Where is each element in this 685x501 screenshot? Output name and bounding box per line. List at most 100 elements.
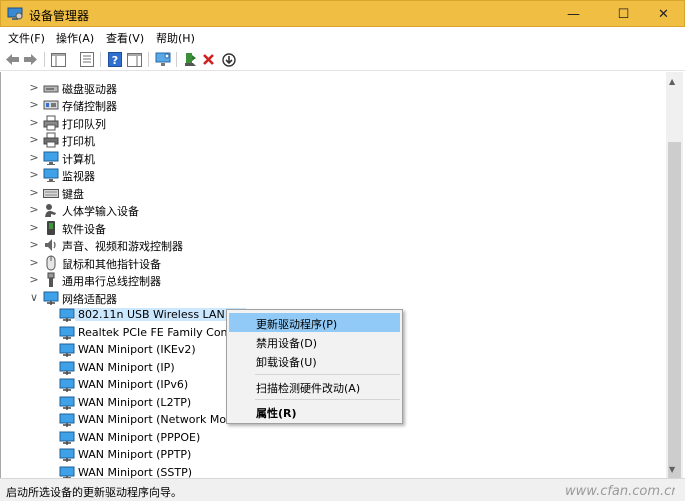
forward-button[interactable] bbox=[22, 51, 39, 68]
red-x-icon bbox=[203, 54, 214, 65]
status-text: 启动所选设备的更新驱动程序向导。 bbox=[6, 486, 182, 499]
scroll-down-icon[interactable]: ▼ bbox=[669, 465, 675, 474]
tree-node-printers[interactable]: > 打印机 bbox=[1, 131, 661, 149]
monitor-icon bbox=[43, 168, 59, 182]
menu-item-uninstall-device[interactable]: 卸载设备(U) bbox=[229, 351, 400, 370]
menu-separator bbox=[255, 399, 400, 400]
storage-controller-icon bbox=[43, 100, 59, 110]
tree-node-keyboards[interactable]: > 键盘 bbox=[1, 184, 661, 202]
tree-node-label: 通用串行总线控制器 bbox=[62, 275, 161, 288]
menu-action[interactable]: 操作(A) bbox=[56, 30, 94, 46]
speaker-icon bbox=[45, 239, 56, 251]
maximize-button[interactable]: ☐ bbox=[601, 1, 646, 28]
minimize-button[interactable]: — bbox=[551, 1, 596, 28]
menu-help[interactable]: 帮助(H) bbox=[156, 30, 195, 46]
expand-chevron-icon[interactable]: > bbox=[29, 151, 39, 165]
keyboard-icon bbox=[43, 189, 59, 198]
network-adapter-icon bbox=[59, 361, 75, 375]
scan-hardware-button[interactable] bbox=[154, 51, 171, 68]
device-manager-icon bbox=[7, 7, 23, 20]
expand-chevron-icon[interactable]: > bbox=[29, 256, 39, 270]
menu-item-label: 扫描检测硬件改动(A) bbox=[256, 382, 361, 395]
close-icon: ✕ bbox=[658, 7, 669, 22]
network-adapter-icon bbox=[59, 413, 75, 427]
expand-chevron-icon[interactable]: > bbox=[29, 186, 39, 200]
tree-node-label: 网络适配器 bbox=[62, 293, 117, 306]
tree-node-human-interface-devices[interactable]: > 人体学输入设备 bbox=[1, 201, 661, 219]
network-adapter-icon bbox=[59, 326, 75, 340]
expand-chevron-icon[interactable]: > bbox=[29, 81, 39, 95]
expand-chevron-icon[interactable]: > bbox=[29, 273, 39, 287]
help-toolbar-button[interactable]: ? bbox=[106, 51, 123, 68]
expand-chevron-icon[interactable]: > bbox=[29, 133, 39, 147]
network-adapter-icon bbox=[59, 308, 75, 322]
menu-separator bbox=[255, 374, 400, 375]
tree-node-storage-controllers[interactable]: > 存储控制器 bbox=[1, 96, 661, 114]
adapter-item-wan-pptp[interactable]: WAN Miniport (PPTP) bbox=[1, 446, 661, 464]
show-hide-console-tree-button[interactable] bbox=[50, 51, 67, 68]
menu-item-scan-hardware-changes[interactable]: 扫描检测硬件改动(A) bbox=[229, 377, 400, 396]
menu-item-disable-device[interactable]: 禁用设备(D) bbox=[229, 332, 400, 351]
adapter-label: WAN Miniport (IKEv2) bbox=[78, 343, 196, 356]
close-button[interactable]: ✕ bbox=[641, 1, 685, 28]
tree-node-sound-video-game-controllers[interactable]: > 声音、视频和游戏控制器 bbox=[1, 236, 661, 254]
svg-text:?: ? bbox=[111, 54, 117, 67]
tree-node-network-adapters[interactable]: ∨ 网络适配器 bbox=[1, 289, 661, 307]
tree-node-mice[interactable]: > 鼠标和其他指针设备 bbox=[1, 254, 661, 272]
adapter-label: WAN Miniport (PPPOE) bbox=[78, 431, 201, 444]
action-pane-button[interactable] bbox=[126, 51, 143, 68]
tree-node-label: 声音、视频和游戏控制器 bbox=[62, 240, 183, 253]
tree-node-disk-drives[interactable]: > 磁盘驱动器 bbox=[1, 79, 661, 97]
properties-sheet-icon bbox=[79, 52, 94, 67]
menu-item-label: 卸载设备(U) bbox=[256, 356, 317, 369]
network-adapter-icon bbox=[59, 343, 75, 357]
back-button[interactable] bbox=[4, 51, 21, 68]
tree-node-label: 计算机 bbox=[62, 153, 95, 166]
menu-item-label: 属性(R) bbox=[256, 407, 297, 420]
expand-chevron-icon[interactable]: > bbox=[29, 203, 39, 217]
menu-bar: 文件(F) 操作(A) 查看(V) 帮助(H) bbox=[0, 27, 685, 48]
tree-node-print-queues[interactable]: > 打印队列 bbox=[1, 114, 661, 132]
context-menu: 更新驱动程序(P) 禁用设备(D) 卸载设备(U) 扫描检测硬件改动(A) 属性… bbox=[226, 309, 403, 424]
adapter-item-wan-pppoe[interactable]: WAN Miniport (PPPOE) bbox=[1, 429, 661, 447]
network-adapter-icon bbox=[59, 448, 75, 462]
help-icon: ? bbox=[107, 52, 122, 67]
expand-chevron-icon[interactable]: > bbox=[29, 116, 39, 130]
network-adapter-icon bbox=[43, 291, 59, 305]
properties-toolbar-button[interactable] bbox=[78, 51, 95, 68]
svg-text:www.cfan.com.cn: www.cfan.com.cn bbox=[565, 484, 675, 499]
adapter-label: Realtek PCIe FE Family Contro bbox=[78, 326, 243, 339]
expand-chevron-icon[interactable]: > bbox=[29, 238, 39, 252]
disable-device-button[interactable] bbox=[220, 51, 237, 68]
network-adapter-icon bbox=[59, 466, 75, 478]
tree-node-computer[interactable]: > 计算机 bbox=[1, 149, 661, 167]
network-adapter-icon bbox=[59, 396, 75, 410]
computer-icon bbox=[43, 151, 59, 165]
tree-node-software-devices[interactable]: > 软件设备 bbox=[1, 219, 661, 237]
menu-item-update-driver[interactable]: 更新驱动程序(P) bbox=[229, 313, 400, 332]
adapter-item-wan-sstp[interactable]: WAN Miniport (SSTP) bbox=[1, 464, 661, 478]
menu-item-properties[interactable]: 属性(R) bbox=[229, 402, 400, 421]
tree-node-usb-controllers[interactable]: > 通用串行总线控制器 bbox=[1, 271, 661, 289]
toolbar-separator bbox=[100, 52, 101, 67]
collapse-chevron-icon[interactable]: ∨ bbox=[29, 291, 39, 305]
mouse-icon bbox=[46, 255, 56, 271]
usb-icon bbox=[47, 272, 55, 287]
toolbar-separator bbox=[148, 52, 149, 67]
tree-node-label: 打印机 bbox=[62, 135, 95, 148]
scroll-up-icon[interactable]: ▲ bbox=[669, 77, 675, 86]
adapter-label: WAN Miniport (SSTP) bbox=[78, 466, 193, 478]
expand-chevron-icon[interactable]: > bbox=[29, 221, 39, 235]
tree-node-label: 键盘 bbox=[62, 188, 84, 201]
tree-node-monitors[interactable]: > 监视器 bbox=[1, 166, 661, 184]
menu-view[interactable]: 查看(V) bbox=[106, 30, 144, 46]
printer-icon bbox=[43, 132, 59, 148]
expand-chevron-icon[interactable]: > bbox=[29, 98, 39, 112]
menu-file[interactable]: 文件(F) bbox=[8, 30, 45, 46]
scrollbar-thumb[interactable] bbox=[668, 142, 681, 482]
expand-chevron-icon[interactable]: > bbox=[29, 168, 39, 182]
vertical-scrollbar[interactable]: ▲ ▼ bbox=[666, 72, 683, 482]
update-driver-button[interactable] bbox=[182, 51, 199, 68]
hid-icon bbox=[45, 204, 56, 217]
uninstall-button[interactable] bbox=[200, 51, 217, 68]
